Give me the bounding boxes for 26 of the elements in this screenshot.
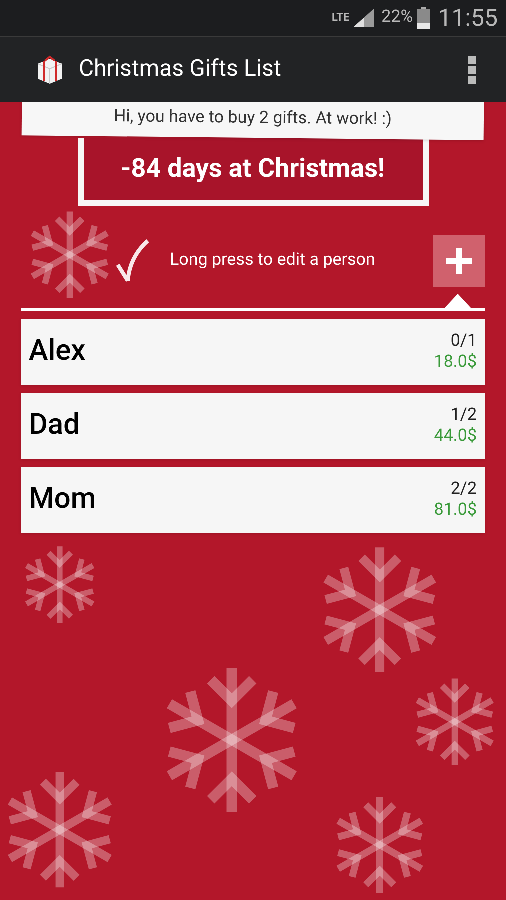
gift-icon: [35, 54, 65, 84]
add-person-button[interactable]: [433, 235, 485, 287]
total-amount: 81.0$: [434, 500, 477, 522]
gift-count: 0/1: [450, 330, 477, 352]
app-title: Christmas Gifts List: [79, 54, 282, 84]
gift-count: 1/2: [450, 404, 477, 426]
clock: 11:55: [438, 3, 498, 34]
total-amount: 44.0$: [434, 426, 477, 448]
person-card[interactable]: Mom 2/2 81.0$: [21, 467, 485, 533]
checkmark-icon: [116, 237, 150, 285]
battery-icon: [417, 7, 430, 29]
gift-count: 2/2: [450, 478, 477, 500]
total-amount: 18.0$: [434, 352, 477, 374]
message-text: Hi, you have to buy 2 gifts. At work! :): [114, 106, 392, 132]
battery-label: 22%: [382, 6, 414, 30]
person-name: Dad: [29, 407, 81, 444]
person-name: Alex: [29, 333, 87, 370]
person-card[interactable]: Dad 1/2 44.0$: [21, 393, 485, 459]
plus-icon: [446, 248, 472, 274]
overflow-menu-icon[interactable]: [468, 56, 476, 84]
countdown-text: -84 days at Christmas!: [121, 152, 385, 186]
person-name: Mom: [29, 481, 98, 518]
person-card[interactable]: Alex 0/1 18.0$: [21, 319, 485, 385]
signal-icon: [354, 9, 374, 27]
network-label: LTE: [332, 10, 350, 26]
hint-text: Long press to edit a person: [170, 249, 376, 272]
